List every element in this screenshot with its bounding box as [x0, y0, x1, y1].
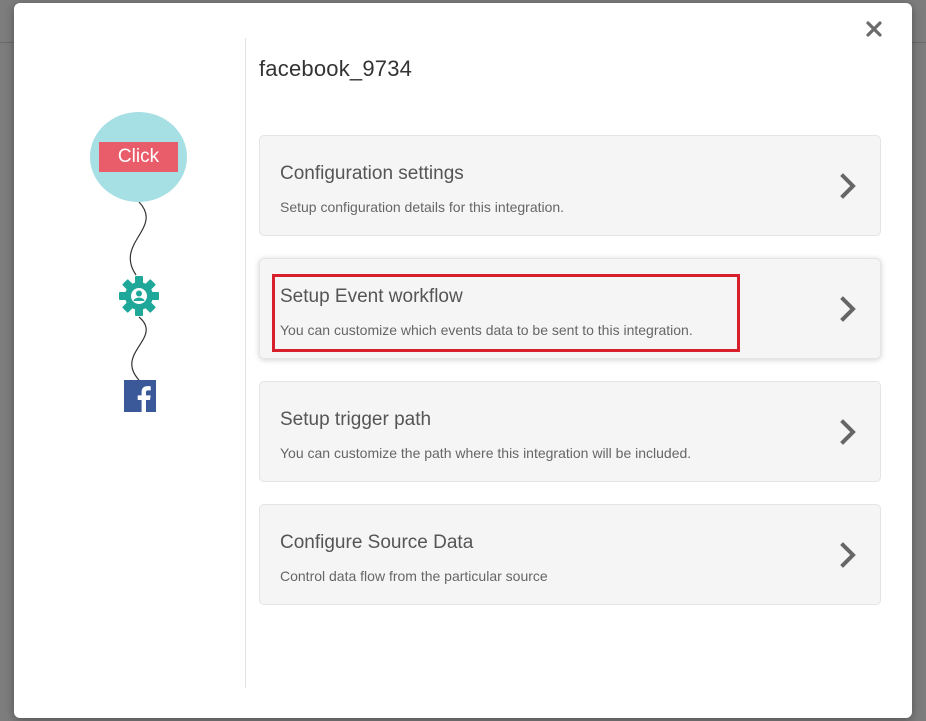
card-description: You can customize the path where this in… [280, 445, 692, 461]
flow-connector-line [129, 201, 147, 381]
card-description: You can customize which events data to b… [280, 322, 693, 338]
chevron-right-icon [840, 173, 856, 199]
integration-options: facebook_9734 Configuration settings Set… [259, 3, 899, 718]
page-title: facebook_9734 [259, 56, 413, 81]
card-description: Setup configuration details for this int… [280, 199, 565, 215]
chevron-right-icon [840, 542, 856, 568]
vertical-divider [245, 38, 246, 688]
gear-icon[interactable] [118, 275, 160, 317]
workflow-diagram: Click [14, 3, 245, 718]
card-title: Configuration settings [280, 163, 464, 184]
card-title: Setup Event workflow [280, 286, 463, 307]
card-title: Configure Source Data [280, 532, 474, 553]
configure-source-data-card[interactable]: Configure Source Data Control data flow … [259, 504, 881, 605]
card-title: Setup trigger path [280, 409, 432, 430]
trigger-label: Click [99, 142, 178, 172]
chevron-right-icon [840, 419, 856, 445]
configuration-settings-card[interactable]: Configuration settings Setup configurati… [259, 135, 881, 236]
setup-event-workflow-card[interactable]: Setup Event workflow You can customize w… [259, 258, 881, 359]
facebook-icon[interactable] [124, 380, 156, 412]
integration-modal: Click facebook_9734 Configuration settin… [14, 3, 912, 718]
card-description: Control data flow from the particular so… [280, 568, 548, 584]
chevron-right-icon [840, 296, 856, 322]
setup-trigger-path-card[interactable]: Setup trigger path You can customize the… [259, 381, 881, 482]
